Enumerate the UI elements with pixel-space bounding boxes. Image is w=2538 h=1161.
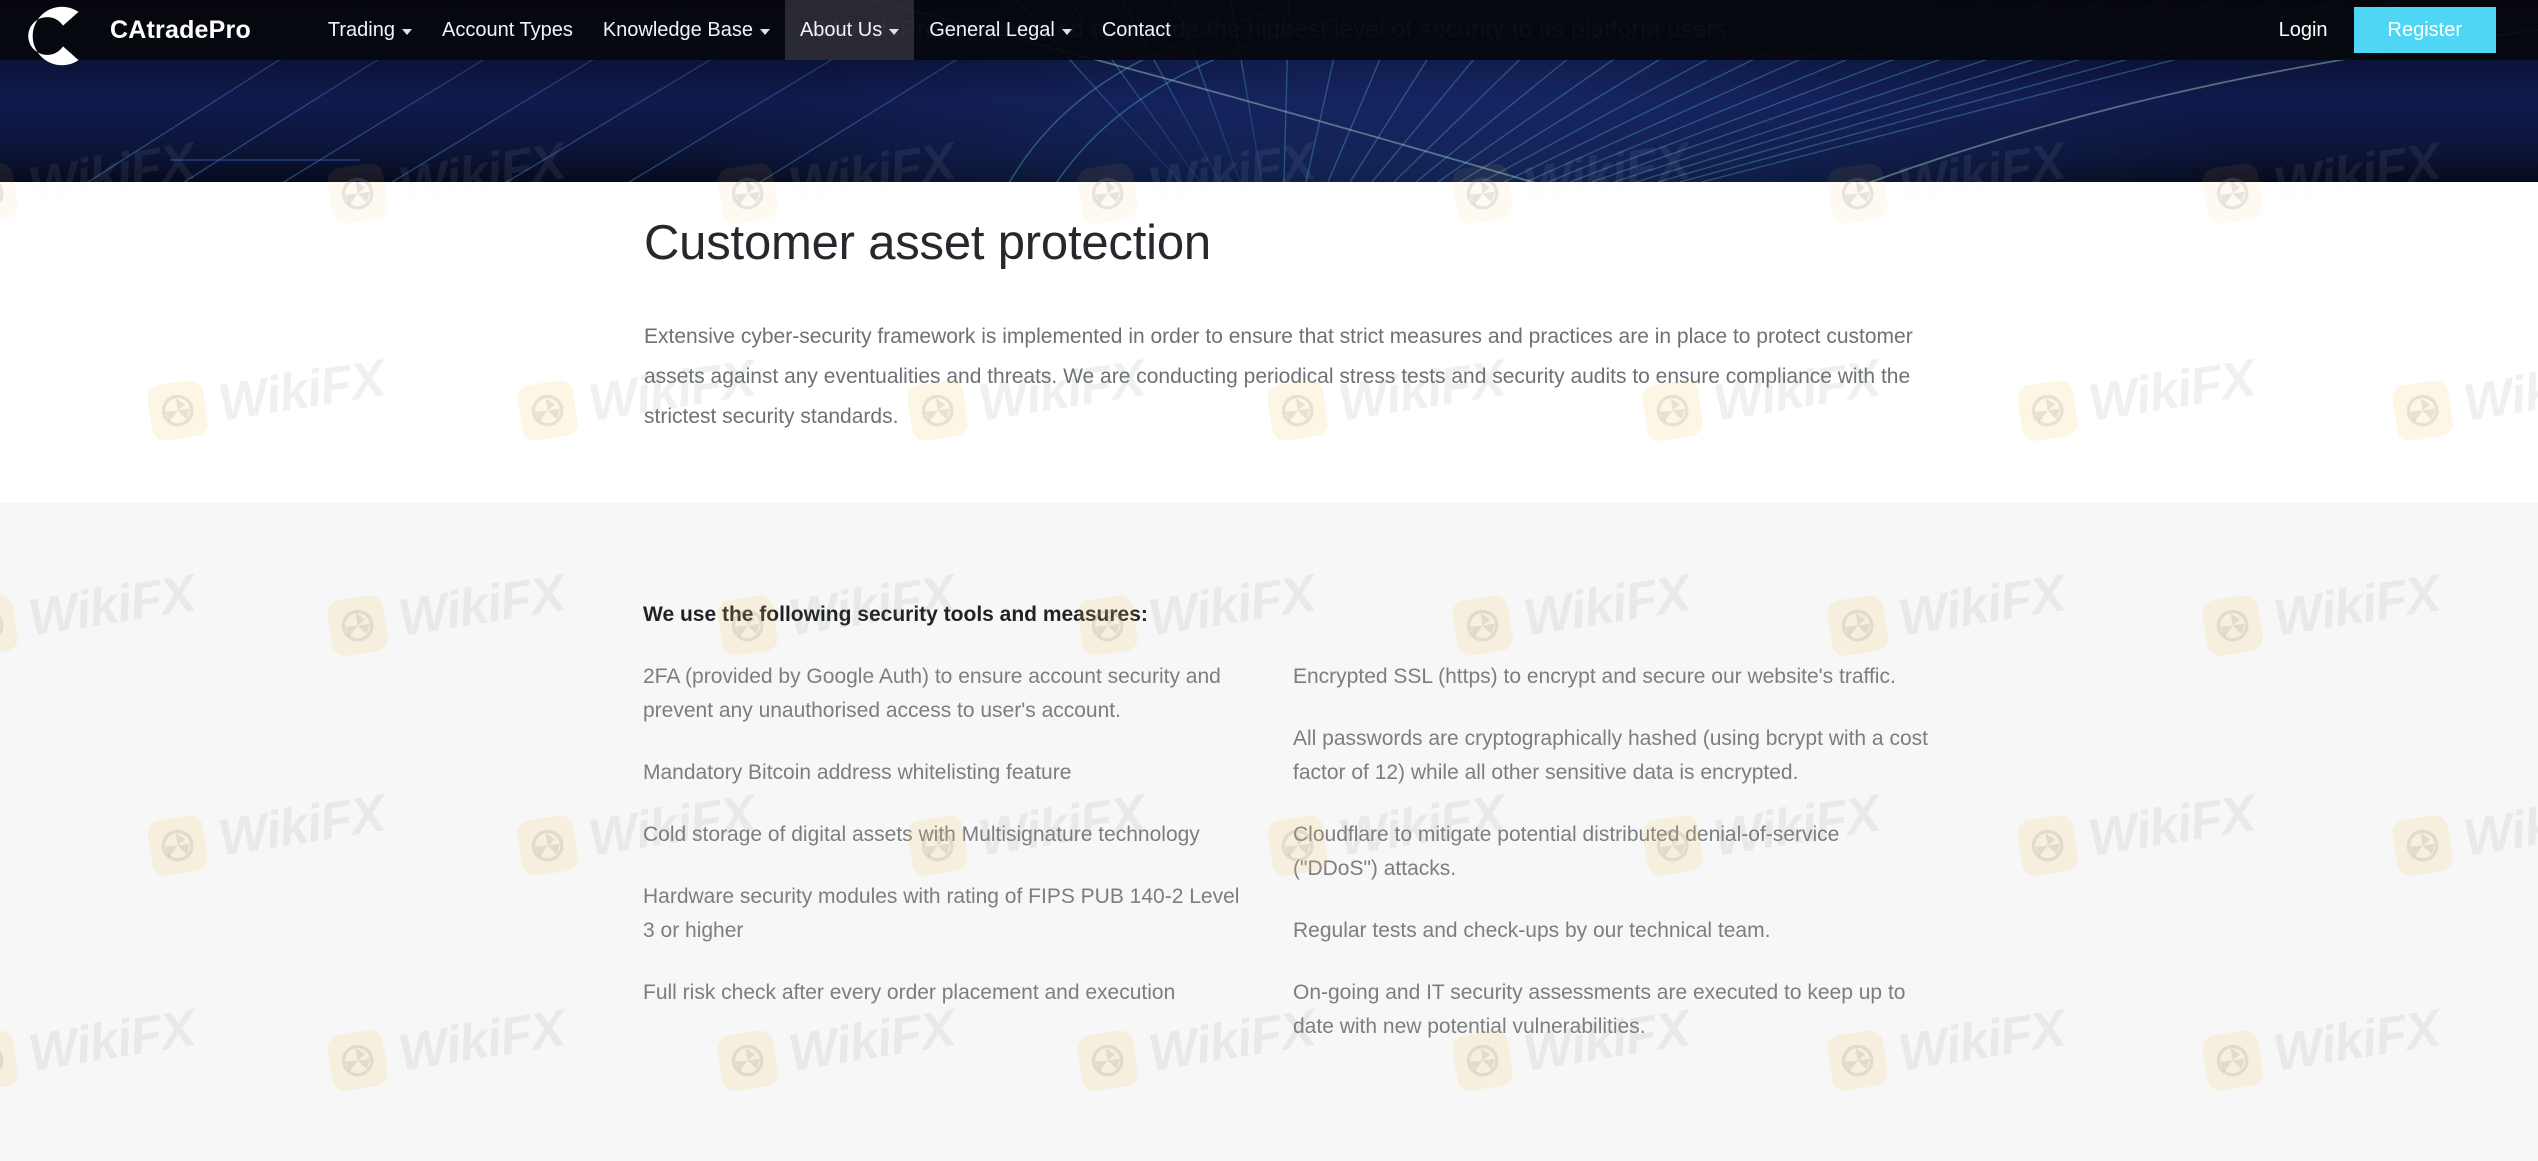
chevron-down-icon bbox=[1061, 29, 1072, 35]
security-tools-heading: We use the following security tools and … bbox=[643, 603, 1148, 626]
list-item: Mandatory Bitcoin address whitelisting f… bbox=[643, 761, 1072, 785]
nav-menu: Trading Account Types Knowledge Base Abo… bbox=[313, 0, 1186, 60]
chevron-down-icon bbox=[889, 29, 900, 35]
list-item: Full risk check after every order placem… bbox=[643, 981, 1176, 1005]
list-item: Encrypted SSL (https) to encrypt and sec… bbox=[1293, 665, 1896, 688]
security-tools-section: We use the following security tools and … bbox=[0, 503, 2538, 1161]
list-item: On-going and IT security assessments are… bbox=[1293, 981, 1906, 1039]
nav-item-label: Contact bbox=[1101, 18, 1171, 41]
security-tools-right-column: Encrypted SSL (https) to encrypt and sec… bbox=[1280, 660, 1930, 1044]
list-item: Regular tests and check-ups by our techn… bbox=[1293, 919, 1771, 943]
list-item: Cloudflare to mitigate potential distrib… bbox=[1293, 823, 1840, 881]
list-item: All passwords are cryptographically hash… bbox=[1293, 727, 1928, 785]
letter-c-logo-icon bbox=[28, 6, 79, 66]
nav-item-contact[interactable]: Contact bbox=[1087, 0, 1186, 60]
security-tools-content: We use the following security tools and … bbox=[630, 503, 1930, 1044]
nav-actions: Login Register bbox=[2279, 0, 2538, 60]
nav-item-account-types[interactable]: Account Types bbox=[427, 0, 588, 60]
intro-paragraph: Extensive cyber-security framework is im… bbox=[644, 324, 1913, 429]
chevron-down-icon bbox=[759, 29, 770, 35]
security-tools-left-column: 2FA (provided by Google Auth) to ensure … bbox=[630, 660, 1280, 1044]
security-tools-columns: 2FA (provided by Google Auth) to ensure … bbox=[630, 660, 1930, 1044]
page-scrollbar[interactable] bbox=[2528, 0, 2538, 1161]
list-item: 2FA (provided by Google Auth) to ensure … bbox=[643, 665, 1221, 723]
nav-item-about-us[interactable]: About Us bbox=[784, 0, 915, 60]
nav-item-label: Trading bbox=[327, 18, 395, 41]
login-link[interactable]: Login bbox=[2279, 19, 2328, 42]
page-title: Customer asset protection bbox=[644, 216, 1211, 270]
brand-name: CAtradePro bbox=[110, 15, 251, 44]
chevron-down-icon bbox=[402, 29, 412, 35]
brand-logo[interactable]: CAtradePro bbox=[0, 0, 251, 66]
intro-section: Customer asset protection Extensive cybe… bbox=[0, 182, 2538, 503]
page-root: CAtradePro is committed to provide the h… bbox=[0, 0, 2538, 1161]
nav-item-general-legal[interactable]: General Legal bbox=[914, 0, 1087, 60]
list-item: Hardware security modules with rating of… bbox=[643, 885, 1240, 943]
nav-item-label: General Legal bbox=[929, 18, 1055, 41]
nav-item-label: Knowledge Base bbox=[602, 18, 753, 41]
intro-content: Customer asset protection Extensive cybe… bbox=[644, 182, 1934, 438]
nav-item-knowledge-base[interactable]: Knowledge Base bbox=[588, 0, 785, 60]
nav-item-label: Account Types bbox=[442, 18, 573, 41]
register-button[interactable]: Register bbox=[2353, 7, 2496, 53]
list-item: Cold storage of digital assets with Mult… bbox=[643, 823, 1200, 847]
nav-item-label: About Us bbox=[799, 18, 883, 41]
main-navbar: CAtradePro Trading Account Types Knowled… bbox=[0, 0, 2538, 66]
nav-item-trading[interactable]: Trading bbox=[313, 0, 427, 60]
